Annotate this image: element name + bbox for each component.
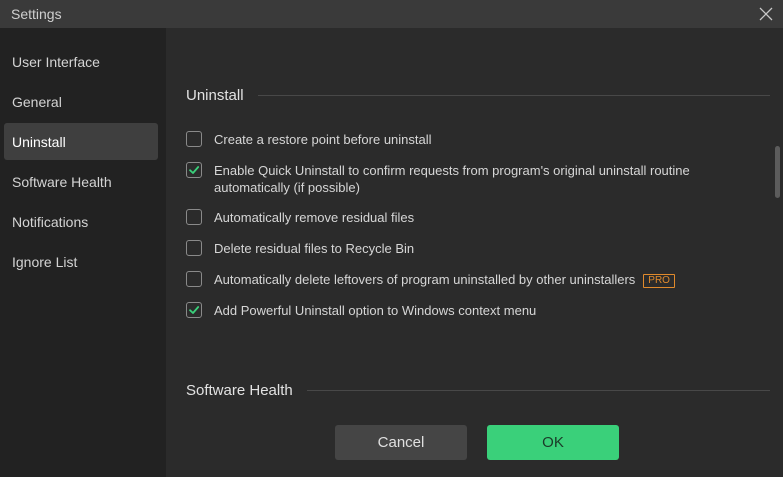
option-label: Automatically delete leftovers of progra… xyxy=(214,272,636,287)
option-label: Add Powerful Uninstall option to Windows… xyxy=(214,303,537,318)
checkbox[interactable] xyxy=(186,131,202,147)
sidebar-item-software-health[interactable]: Software Health xyxy=(4,163,158,200)
checkmark-icon xyxy=(189,306,200,314)
option-label: Create a restore point before uninstall xyxy=(214,132,432,147)
sidebar-item-label: User Interface xyxy=(12,53,100,70)
section-divider xyxy=(306,390,770,391)
option-label: Automatically remove residual files xyxy=(214,210,415,225)
window-title: Settings xyxy=(11,6,62,22)
ok-button[interactable]: OK xyxy=(487,425,619,460)
section-header-uninstall: Uninstall xyxy=(186,87,770,104)
sidebar-item-user-interface[interactable]: User Interface xyxy=(4,43,158,80)
title-bar: Settings xyxy=(0,0,783,28)
sidebar-item-uninstall[interactable]: Uninstall xyxy=(4,123,158,160)
checkmark-icon xyxy=(189,166,200,174)
checkbox[interactable] xyxy=(186,209,202,225)
sidebar-item-label: Software Health xyxy=(12,173,112,190)
option-label-container: Automatically delete leftovers of progra… xyxy=(214,271,734,288)
option-label: Enable Quick Uninstall to confirm reques… xyxy=(214,163,690,195)
section-title: Software Health xyxy=(186,382,293,399)
sidebar-item-label: Uninstall xyxy=(12,133,66,150)
cancel-button[interactable]: Cancel xyxy=(335,425,467,460)
sidebar-item-general[interactable]: General xyxy=(4,83,158,120)
option-label: Delete residual files to Recycle Bin xyxy=(214,241,415,256)
scrollbar-thumb[interactable] xyxy=(775,146,780,198)
sidebar-item-ignore-list[interactable]: Ignore List xyxy=(4,243,158,280)
checkbox[interactable] xyxy=(186,240,202,256)
sidebar-item-label: Notifications xyxy=(12,213,89,230)
section-header-software-health: Software Health xyxy=(186,382,770,399)
section-title: Uninstall xyxy=(186,87,244,104)
sidebar-item-notifications[interactable]: Notifications xyxy=(4,203,158,240)
checkbox[interactable] xyxy=(186,162,202,178)
section-divider xyxy=(257,95,770,96)
sidebar: User Interface General Uninstall Softwar… xyxy=(0,28,166,477)
checkbox[interactable] xyxy=(186,302,202,318)
sidebar-item-label: General xyxy=(12,93,62,110)
settings-panel: Uninstall Create a restore point before … xyxy=(166,28,783,477)
sidebar-item-label: Ignore List xyxy=(12,253,78,270)
pro-badge: PRO xyxy=(643,274,675,288)
checkbox[interactable] xyxy=(186,271,202,287)
close-icon[interactable] xyxy=(755,3,777,25)
